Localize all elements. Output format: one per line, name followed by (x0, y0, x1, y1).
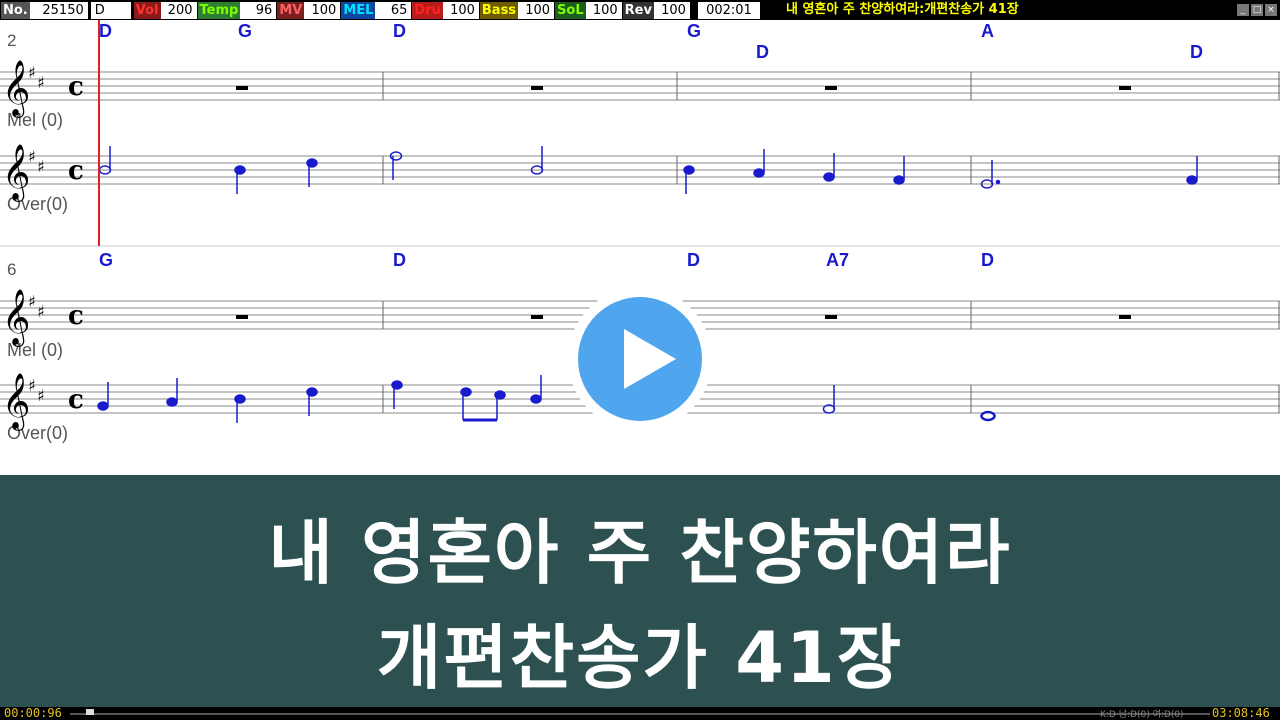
note (530, 394, 542, 404)
bar-lines (382, 72, 1280, 413)
sol-value: 100 (585, 1, 622, 19)
position-value: 002:01 (697, 1, 760, 19)
note (893, 175, 905, 185)
rest (1119, 315, 1131, 319)
treble-clef: 𝄞 (2, 60, 30, 118)
dru-value: 100 (442, 1, 479, 19)
rest (236, 315, 248, 319)
song-number-value: 25150 (29, 1, 88, 19)
progress-track[interactable] (70, 713, 1210, 715)
rest (825, 86, 837, 90)
rest (1119, 86, 1131, 90)
key-signatures: ♯♯ ♯♯ ♯♯ ♯♯ (28, 63, 45, 405)
rev-label: Rev (622, 1, 654, 19)
note (166, 397, 178, 407)
common-time: c (68, 156, 84, 186)
treble-clef: 𝄞 (2, 144, 30, 202)
elapsed-time: 00:00:96 (4, 706, 62, 720)
bass-label: Bass (479, 1, 519, 19)
note (1186, 175, 1198, 185)
dru-label: Dru (412, 1, 443, 19)
title-banner: 내 영혼아 주 찬양하여라 개편찬송가 41장 (0, 475, 1280, 707)
bass-value: 100 (518, 1, 555, 19)
sol-label: SoL (555, 1, 586, 19)
mv-value: 100 (304, 1, 341, 19)
whole-rests (236, 86, 1131, 319)
key-info: K:D 남:D(0) 여:D(0) (1100, 710, 1184, 720)
rest (825, 315, 837, 319)
temp-value: 96 (240, 1, 277, 19)
note (823, 172, 835, 182)
play-button-circle (578, 297, 702, 421)
common-time: c (68, 385, 84, 415)
progress-handle[interactable] (86, 709, 94, 715)
sharp: ♯ (28, 63, 36, 82)
treble-clef: 𝄞 (2, 289, 30, 347)
sharp: ♯ (28, 376, 36, 395)
song-number-label: No. (1, 1, 30, 19)
play-button[interactable] (568, 287, 712, 431)
sharp: ♯ (37, 302, 45, 321)
mel-value: 65 (375, 1, 412, 19)
sharp: ♯ (37, 386, 45, 405)
rest (531, 86, 543, 90)
vol-label: Vol (133, 1, 161, 19)
playback-bar: 00:00:96 K:D 남:D(0) 여:D(0) 03:08:46 (0, 706, 1280, 720)
treble-clef: 𝄞 (2, 373, 30, 431)
sharp: ♯ (28, 147, 36, 166)
staff-system-1-over (0, 155, 1280, 185)
temp-label: Temp (197, 1, 241, 19)
note (753, 168, 765, 178)
rev-value: 100 (653, 1, 690, 19)
sharp: ♯ (37, 157, 45, 176)
common-time: c (68, 72, 84, 102)
minimize-icon[interactable]: _ (1237, 4, 1249, 16)
note (97, 401, 109, 411)
common-time: c (68, 301, 84, 331)
song-title: 내 영혼아 주 찬양하여라:개편찬송가 41장 (785, 2, 1019, 17)
rest (531, 315, 543, 319)
banner-subtitle: 개편찬송가 41장 (376, 617, 904, 699)
banner-title: 내 영혼아 주 찬양하여라 (268, 512, 1012, 594)
total-time: 03:08:46 (1212, 706, 1270, 720)
key-value: D (90, 1, 131, 19)
play-icon (624, 329, 676, 389)
sharp: ♯ (28, 292, 36, 311)
karaoke-screen: No. 25150 D Vol 200 Temp 96 MV 100 MEL 6… (0, 0, 1280, 720)
staff-system-1-mel (0, 71, 1280, 101)
status-bar: No. 25150 D Vol 200 Temp 96 MV 100 MEL 6… (0, 0, 1280, 20)
restore-icon[interactable]: □ (1251, 4, 1263, 16)
rest (236, 86, 248, 90)
window-controls: _ □ × (1237, 4, 1280, 16)
close-icon[interactable]: × (1265, 4, 1277, 16)
mel-label: MEL (341, 1, 376, 19)
dot (995, 179, 1001, 185)
mv-label: MV (277, 1, 305, 19)
note (980, 410, 996, 422)
vol-value: 200 (160, 1, 197, 19)
sharp: ♯ (37, 73, 45, 92)
time-signatures: c c c c (68, 72, 84, 415)
